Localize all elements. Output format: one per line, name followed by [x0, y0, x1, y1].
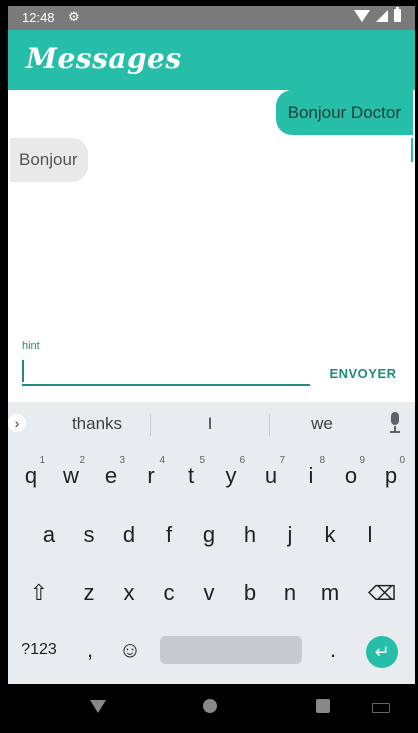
message-bubble-incoming: Bonjour	[10, 138, 88, 182]
expand-arrow-icon[interactable]: ›	[8, 414, 26, 432]
wifi-icon	[354, 9, 370, 22]
key-comma[interactable]: ,	[70, 627, 110, 673]
key-q[interactable]: q1	[11, 453, 51, 499]
shift-key-icon[interactable]: ⇧	[19, 570, 59, 616]
send-button[interactable]: ENVOYER	[318, 358, 408, 388]
enter-key-icon[interactable]: ↵	[366, 636, 398, 668]
key-h[interactable]: h	[230, 512, 270, 558]
key-a[interactable]: a	[29, 512, 69, 558]
key-z[interactable]: z	[69, 570, 109, 616]
status-bar: 12:48 ⚙	[8, 6, 415, 30]
suggestion-1[interactable]: thanks	[37, 414, 157, 434]
key-p[interactable]: p0	[371, 453, 411, 499]
symbols-key[interactable]: ?123	[19, 627, 59, 673]
backspace-key-icon[interactable]: ⌫	[362, 570, 402, 616]
text-cursor	[22, 360, 24, 382]
battery-icon	[394, 7, 401, 22]
key-k[interactable]: k	[310, 512, 350, 558]
message-input-hint: hint	[22, 340, 40, 352]
recents-icon[interactable]	[316, 699, 330, 713]
key-u[interactable]: u7	[251, 453, 291, 499]
key-t[interactable]: t5	[171, 453, 211, 499]
status-icons	[354, 7, 401, 22]
app-screen: 12:48 ⚙ Messages Bonjour Doctor Bonjour …	[8, 6, 415, 684]
key-period[interactable]: .	[313, 627, 353, 673]
emoji-key-icon[interactable]: ☺	[110, 627, 150, 673]
key-m[interactable]: m	[310, 570, 350, 616]
settings-gear-icon: ⚙	[68, 9, 80, 24]
key-c[interactable]: c	[149, 570, 189, 616]
message-input[interactable]	[22, 358, 310, 386]
navigation-bar	[0, 684, 418, 733]
key-f[interactable]: f	[149, 512, 189, 558]
key-v[interactable]: v	[189, 570, 229, 616]
suggestion-3[interactable]: we	[262, 414, 382, 434]
key-d[interactable]: d	[109, 512, 149, 558]
key-i[interactable]: i8	[291, 453, 331, 499]
signal-icon	[376, 9, 388, 22]
key-y[interactable]: y6	[211, 453, 251, 499]
key-r[interactable]: r4	[131, 453, 171, 499]
app-bar: Messages	[8, 30, 415, 90]
key-s[interactable]: s	[69, 512, 109, 558]
key-w[interactable]: w2	[51, 453, 91, 499]
home-icon[interactable]	[203, 699, 217, 713]
suggestion-strip: › thanks I we	[8, 402, 415, 446]
back-icon[interactable]	[90, 700, 106, 713]
key-o[interactable]: o9	[331, 453, 371, 499]
status-time: 12:48	[22, 10, 55, 25]
key-b[interactable]: b	[230, 570, 270, 616]
key-g[interactable]: g	[189, 512, 229, 558]
keyboard-switch-icon[interactable]	[372, 703, 390, 713]
key-x[interactable]: x	[109, 570, 149, 616]
key-l[interactable]: l	[350, 512, 390, 558]
page-title: Messages	[26, 42, 182, 75]
microphone-icon[interactable]	[386, 412, 406, 436]
scroll-indicator	[411, 138, 413, 162]
suggestion-2[interactable]: I	[150, 414, 270, 434]
space-bar[interactable]	[160, 636, 302, 664]
key-j[interactable]: j	[270, 512, 310, 558]
key-n[interactable]: n	[270, 570, 310, 616]
message-bubble-outgoing: Bonjour Doctor	[275, 90, 413, 135]
key-e[interactable]: e3	[91, 453, 131, 499]
